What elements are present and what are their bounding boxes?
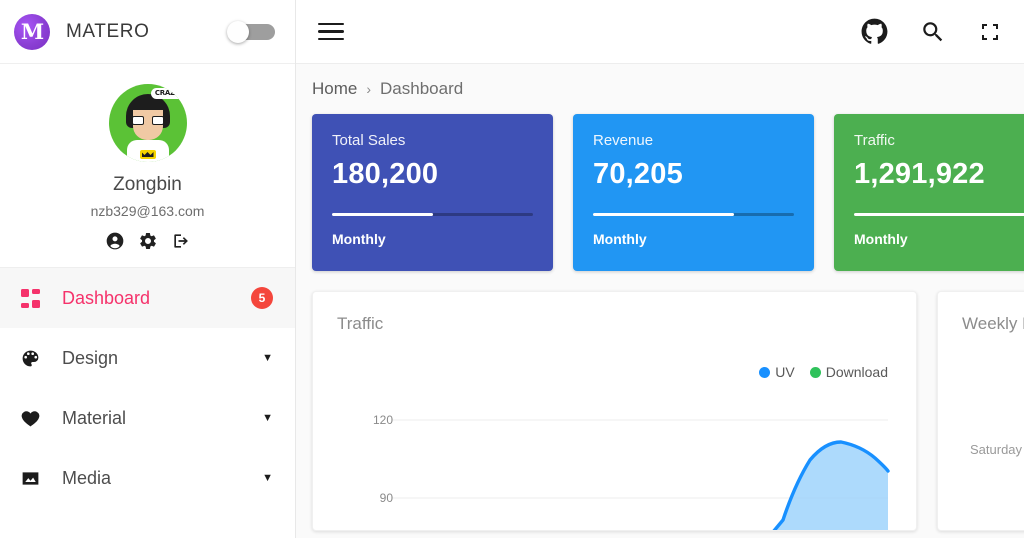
logout-icon[interactable] [171,231,191,251]
chart-panel-row: Traffic UV Download 120 90 Weekly Saturd… [312,291,1024,531]
stat-card-title: Revenue [593,132,654,149]
settings-gear-icon[interactable] [138,231,158,251]
heart-icon [16,408,44,429]
sidebar-item-label: Material [62,407,127,428]
avatar-speech-bubble: CRAZY [150,88,184,99]
weekly-radar-chart [1008,452,1024,531]
sidebar-nav: Dashboard 5 Design ▼ Material ▼ Media ▼ [0,268,295,508]
dashboard-grid-icon [16,288,44,308]
stat-card-title: Total Sales [332,132,406,149]
stat-card-traffic[interactable]: Traffic 1,291,922 Monthly [834,114,1024,271]
avatar[interactable]: CRAZY [108,84,187,162]
stat-card-row: Total Sales 180,200 Monthly Revenue 70,2… [312,114,1024,271]
breadcrumb-home[interactable]: Home [312,79,357,99]
account-circle-icon[interactable] [105,231,125,251]
legend-item-uv[interactable]: UV [759,364,795,380]
traffic-area-chart [391,419,890,530]
avatar-face [132,110,163,140]
sidebar-badge: 5 [251,287,273,309]
stat-card-value: 1,291,922 [854,158,985,190]
traffic-plot: 120 90 [313,392,916,530]
palette-icon [16,348,44,369]
panel-title: Weekly Reports [962,314,1024,333]
stat-card-value: 180,200 [332,158,439,190]
panel-title: Traffic [337,314,384,333]
legend-item-download[interactable]: Download [809,364,888,380]
stat-card-total-sales[interactable]: Total Sales 180,200 Monthly [312,114,553,271]
legend-label: Download [825,364,888,380]
sidebar-item-label: Media [62,467,112,488]
legend-label: UV [775,364,795,380]
search-icon[interactable] [920,19,946,45]
sidebar-item-dashboard[interactable]: Dashboard 5 [0,268,295,328]
chevron-down-icon: ▼ [262,352,273,364]
sidebar-item-design[interactable]: Design ▼ [0,328,295,388]
topbar-actions [861,18,1002,45]
stat-card-period: Monthly [593,231,647,247]
brand-name: MATERO [66,20,150,42]
brand-header: M MATERO [0,0,295,64]
matero-logo-icon: M [14,13,50,50]
sidebar-item-material[interactable]: Material ▼ [0,388,295,448]
stat-card-progress [854,213,1024,216]
image-icon [16,468,44,489]
y-tick-label: 90 [379,491,393,505]
stat-card-title: Traffic [854,132,895,149]
chevron-down-icon: ▼ [262,412,273,424]
theme-toggle-switch[interactable] [227,20,275,43]
sidebar-item-label: Dashboard [62,287,151,308]
y-tick-label: 120 [372,413,393,427]
user-panel: CRAZY Zongbin nzb329@163.com [0,64,295,268]
main-area: Home › Dashboard Total Sales 180,200 Mon… [296,0,1024,538]
avatar-glasses-icon [131,116,165,125]
avatar-bat-logo-icon [139,150,156,159]
stat-card-period: Monthly [854,231,908,247]
stat-card-period: Monthly [332,231,386,247]
user-email: nzb329@163.com [90,203,205,219]
traffic-chart-panel: Traffic UV Download 120 90 [312,291,917,531]
app-root: M MATERO CRAZY Zongbin nzb329@163.com Da… [0,0,1024,538]
avatar-shirt [126,140,169,162]
sidebar-item-media[interactable]: Media ▼ [0,448,295,508]
legend-dot [759,366,771,378]
fullscreen-icon[interactable] [978,20,1002,44]
breadcrumb-current: Dashboard [380,79,464,98]
breadcrumb: Home › Dashboard [312,64,1008,114]
stat-card-progress [332,213,533,216]
hamburger-menu-icon[interactable] [318,18,344,46]
content-area: Home › Dashboard Total Sales 180,200 Mon… [296,64,1024,538]
y-axis: 120 90 [353,392,393,530]
user-action-row [0,231,295,251]
chart-legend: UV Download [759,364,888,380]
github-icon[interactable] [861,18,888,45]
toggle-thumb [227,20,249,43]
stat-card-value: 70,205 [593,158,683,190]
weekly-reports-panel: Weekly Reports Saturday [937,291,1024,531]
sidebar-item-label: Design [62,347,119,368]
chevron-down-icon: ▼ [262,472,273,484]
stat-card-revenue[interactable]: Revenue 70,205 Monthly [573,114,814,271]
user-name: Zongbin [113,174,182,195]
stat-card-progress [593,213,794,216]
topbar [296,0,1024,64]
logo-letter: M [20,19,44,44]
legend-dot [809,366,821,378]
sidebar: M MATERO CRAZY Zongbin nzb329@163.com Da… [0,0,296,538]
breadcrumb-separator: › [366,81,372,97]
